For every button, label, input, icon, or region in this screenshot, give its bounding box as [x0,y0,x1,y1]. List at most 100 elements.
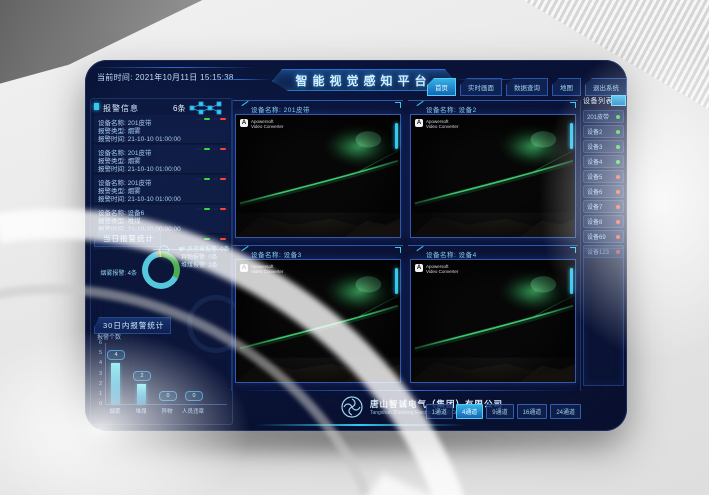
title-wing-left [205,79,271,80]
y-tick-label: 3 [91,371,102,377]
watermark: A ApowersoftVideo Converter [240,264,283,274]
indicator-dash [196,238,202,240]
device-status-dot [616,235,620,239]
topology-decoration-icon [188,101,228,115]
indicator-dash [196,118,202,120]
indicator-dash [204,208,210,210]
y-tick-label: 4 [91,360,102,366]
video-panel-4: 设备名称: 设备4 A ApowersoftVideo Converte [408,245,578,388]
device-status-dot [616,175,620,179]
video-panel-2: 设备名称: 设备2 A ApowersoftVideo Converte [408,100,578,243]
main-nav: 首页实时画面数据查询地图退出系统 [427,78,627,96]
watermark: A ApowersoftVideo Converter [240,119,283,129]
video-feed[interactable]: A ApowersoftVideo Converter [235,259,401,383]
alarm-panel: 报警信息 6条 设备名称: 201皮带报警类型: 烟雾报警时间: 21-10-1… [90,98,233,425]
video-device-name: 设备名称: 设备3 [251,249,302,259]
alarm-time: 报警时间: 21-10-10 01:00:00 [98,133,181,143]
channel-button-1通道[interactable]: 1通道 [426,404,453,419]
device-list-item[interactable]: 设备5 [583,170,624,183]
y-tick-label: 2 [91,381,102,387]
donut-label: 堆煤报警: 2条 [181,260,218,269]
device-status-dot [616,130,620,134]
divider [580,100,581,391]
device-list-tab[interactable] [611,95,626,106]
channel-button-9通道[interactable]: 9通道 [486,404,513,419]
alarm-entry[interactable]: 设备名称: 201皮带报警类型: 烟雾报警时间: 21-10-10 01:00:… [94,115,229,144]
video-feed[interactable]: A ApowersoftVideo Converter [235,114,401,238]
video-scrollbar[interactable] [395,123,398,149]
company-logo-icon [340,395,364,419]
indicator-dash [212,148,218,150]
y-tick-label: 5 [91,350,102,356]
device-list-item[interactable]: 设备8 [583,215,624,228]
device-name: 设备4 [587,157,602,166]
bottom-accent-line [255,424,465,426]
daily-alarm-donut-chart [142,251,180,289]
nav-button-2[interactable]: 实时画面 [460,78,502,96]
bar-value-bubble: 4 [107,350,125,360]
video-panel-3: 设备名称: 设备3 A ApowersoftVideo Converte [233,245,403,388]
device-list-item[interactable]: 设备69 [583,230,624,243]
device-list-panel: 设备列表 201皮带设备2设备3设备4设备5设备6设备7设备8设备69设备123 [583,96,624,391]
device-name: 设备69 [587,232,606,241]
video-device-name: 设备名称: 201皮带 [251,104,310,114]
alarm-panel-title: 报警信息 [103,103,139,114]
device-list-item[interactable]: 设备3 [583,140,624,153]
device-name: 设备5 [587,172,602,181]
video-device-name: 设备名称: 设备4 [426,249,477,259]
device-name: 201皮带 [587,112,609,121]
indicator-dash [220,178,226,180]
device-list-item[interactable]: 设备6 [583,185,624,198]
indicator-dash [196,178,202,180]
current-time: 当前时间: 2021年10月11日 15:15:38 [97,72,234,83]
nav-button-3[interactable]: 数据查询 [506,78,548,96]
alarm-entry[interactable]: 设备名称: 201皮带报警类型: 烟雾报警时间: 21-10-10 01:00:… [94,175,229,204]
channel-button-4通道[interactable]: 4通道 [456,404,483,419]
watermark: A ApowersoftVideo Converter [415,119,458,129]
corner-marker-icon [94,103,99,110]
nav-button-4[interactable]: 地图 [552,78,581,96]
device-name: 设备2 [587,127,602,136]
dashboard-window: 当前时间: 2021年10月11日 15:15:38 智能视觉感知平台 首页实时… [85,60,627,431]
video-scrollbar[interactable] [395,268,398,294]
video-feed[interactable]: A ApowersoftVideo Converter [410,259,576,383]
indicator-dash [212,178,218,180]
status-indicator-lights [196,148,226,150]
device-list-item[interactable]: 设备2 [583,125,624,138]
nav-button-1[interactable]: 首页 [427,78,456,96]
indicator-dash [212,238,218,240]
alarm-entry[interactable]: 设备名称: 设备6报警类型: 堆煤报警时间: 21-10-10 00:00:00 [94,205,229,234]
video-feed[interactable]: A ApowersoftVideo Converter [410,114,576,238]
channel-button-24通道[interactable]: 24通道 [550,404,581,419]
divider [231,100,232,391]
video-scrollbar[interactable] [570,268,573,294]
status-indicator-lights [196,208,226,210]
status-indicator-lights [196,238,226,240]
apowersoft-logo-icon: A [240,119,248,127]
indicator-dash [196,208,202,210]
y-tick-label: 6 [91,340,102,346]
alarm-entry[interactable]: 设备名称: 201皮带报警类型: 烟雾报警时间: 21-10-10 01:00:… [94,145,229,174]
alarm-time: 报警时间: 21-10-10 01:00:00 [98,163,181,173]
indicator-dash [204,238,210,240]
device-name: 设备7 [587,202,602,211]
nav-button-5[interactable]: 退出系统 [585,78,627,96]
device-list-item[interactable]: 设备4 [583,155,624,168]
indicator-dash [212,208,218,210]
video-header: 设备名称: 设备4 [408,245,578,259]
daily-stats-title: 当日报警统计 [94,230,161,247]
device-name: 设备8 [587,217,602,226]
indicator-dash [196,148,202,150]
device-list: 201皮带设备2设备3设备4设备5设备6设备7设备8设备69设备123 [583,110,624,260]
video-header: 设备名称: 设备3 [233,245,403,259]
device-list-item[interactable]: 设备7 [583,200,624,213]
channel-button-16通道[interactable]: 16通道 [517,404,548,419]
header-divider [93,67,258,68]
device-status-dot [616,190,620,194]
device-name: 设备3 [587,142,602,151]
indicator-dash [220,208,226,210]
device-name: 设备6 [587,187,602,196]
device-list-item[interactable]: 201皮带 [583,110,624,123]
indicator-dash [204,118,210,120]
video-scrollbar[interactable] [570,123,573,149]
